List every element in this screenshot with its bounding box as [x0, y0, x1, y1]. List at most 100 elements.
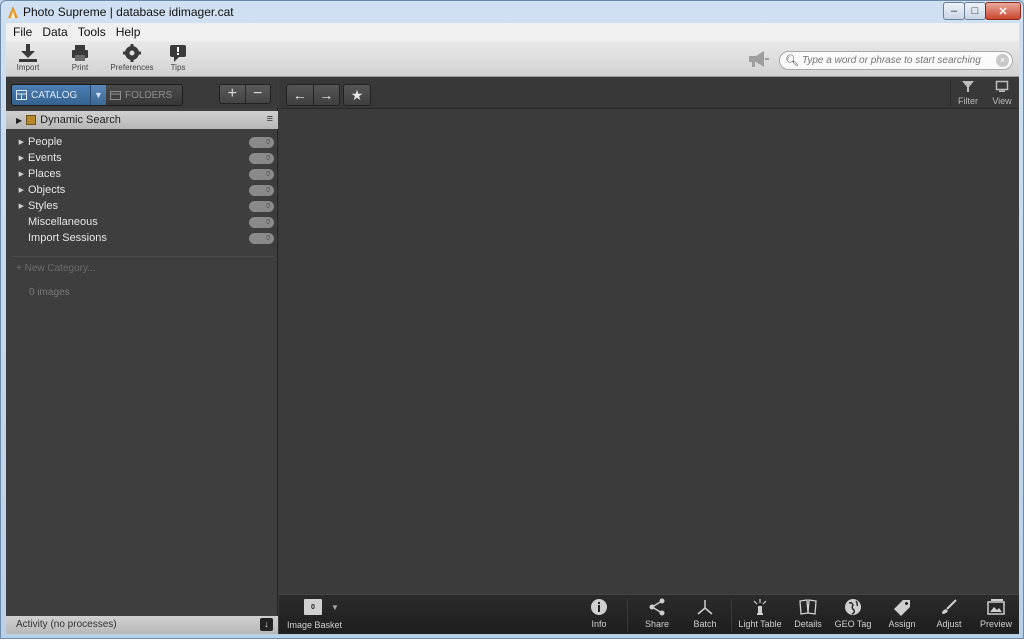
catalog-tab-label: CATALOG — [31, 89, 78, 101]
import-icon — [19, 44, 37, 62]
menu-help[interactable]: Help — [111, 25, 146, 39]
maximize-button[interactable]: □ — [964, 2, 986, 20]
category-count-badge: 0 — [249, 233, 274, 244]
preview-button[interactable]: Preview — [977, 598, 1015, 634]
tag-icon — [894, 600, 910, 616]
tips-icon — [170, 45, 186, 62]
share-icon — [649, 598, 665, 616]
menu-data[interactable]: Data — [37, 25, 72, 39]
forward-button[interactable]: → — [312, 85, 339, 105]
basket-count-icon: 0 — [304, 599, 322, 615]
main-toolbar-top: ← → ★ Filter View — [279, 78, 1019, 109]
info-button[interactable]: Info — [584, 598, 614, 634]
menu-bar: File Data Tools Help — [6, 23, 1019, 41]
panel-menu-icon[interactable]: ≡ — [267, 113, 273, 125]
info-label: Info — [591, 619, 607, 629]
megaphone-icon[interactable] — [746, 50, 770, 68]
folders-tab[interactable]: FOLDERS — [106, 85, 182, 105]
category-label: Events — [28, 152, 62, 164]
filter-icon — [962, 81, 974, 92]
category-row-places[interactable]: ▶ Places 0 — [6, 166, 278, 182]
batch-button[interactable]: Batch — [689, 598, 721, 634]
tips-label: Tips — [170, 63, 186, 72]
share-button[interactable]: Share — [641, 598, 673, 634]
category-row-objects[interactable]: ▶ Objects 0 — [6, 182, 278, 198]
details-button[interactable]: Details — [791, 598, 825, 634]
dynamic-search-header[interactable]: ▶ Dynamic Search ≡ — [6, 111, 278, 129]
title-bar: Photo Supreme | database idimager.cat – … — [1, 1, 1023, 23]
lamp-icon — [753, 599, 767, 615]
import-label: Import — [16, 63, 40, 72]
activity-toggle-icon[interactable]: ↓ — [260, 618, 273, 631]
image-basket-button[interactable]: 0 ▼ Image Basket — [279, 598, 347, 634]
category-count-badge: 0 — [249, 169, 274, 180]
add-remove-group: + − — [219, 84, 271, 104]
preferences-button[interactable]: Preferences — [106, 43, 158, 75]
main-toolbar: Import Print Preferences Tips 🔍︎ Type a … — [6, 41, 1019, 77]
category-count-badge: 0 — [249, 185, 274, 196]
info-icon — [591, 599, 607, 615]
category-row-import-sessions[interactable]: Import Sessions 0 — [6, 230, 278, 246]
close-button[interactable]: ✕ — [985, 2, 1021, 20]
image-basket-label: Image Basket — [287, 620, 343, 630]
category-row-miscellaneous[interactable]: Miscellaneous 0 — [6, 214, 278, 230]
window-title: Photo Supreme | database idimager.cat — [23, 5, 234, 19]
menu-tools[interactable]: Tools — [73, 25, 111, 39]
search-icon[interactable]: 🔍︎ — [785, 54, 799, 67]
globe-icon — [845, 599, 861, 615]
expand-arrow-icon[interactable]: ▶ — [6, 154, 28, 162]
expand-arrow-icon[interactable]: ▶ — [6, 138, 28, 146]
filter-button[interactable]: Filter — [951, 80, 985, 108]
basket-dropdown-icon[interactable]: ▼ — [331, 603, 339, 612]
view-button[interactable]: View — [985, 80, 1019, 108]
catalog-dropdown-icon[interactable]: ▼ — [90, 85, 106, 105]
menu-file[interactable]: File — [8, 25, 37, 39]
batch-icon — [697, 600, 713, 615]
back-button[interactable]: ← — [287, 85, 313, 105]
share-label: Share — [644, 619, 670, 629]
geo-tag-button[interactable]: GEO Tag — [834, 598, 872, 634]
expand-arrow-icon[interactable]: ▶ — [6, 202, 28, 210]
adjust-label: Adjust — [936, 619, 962, 629]
search-input[interactable] — [802, 53, 982, 68]
favorites-star-button[interactable]: ★ — [343, 84, 371, 106]
thumbnail-area[interactable] — [279, 109, 1019, 594]
divider — [731, 599, 732, 631]
clear-search-icon[interactable]: × — [996, 54, 1009, 67]
client-area: File Data Tools Help Import Print Prefer… — [6, 23, 1019, 634]
category-row-people[interactable]: ▶ People 0 — [6, 134, 278, 150]
expand-arrow-icon[interactable]: ▶ — [6, 186, 28, 194]
category-label: Miscellaneous — [28, 216, 98, 228]
expand-arrow-icon[interactable]: ▶ — [16, 116, 22, 125]
import-button[interactable]: Import — [6, 43, 50, 75]
category-count-badge: 0 — [249, 201, 274, 212]
view-icon — [995, 80, 1009, 92]
catalog-tab[interactable]: CATALOG — [12, 85, 90, 105]
category-row-events[interactable]: ▶ Events 0 — [6, 150, 278, 166]
minimize-button[interactable]: – — [943, 2, 965, 20]
category-label: Import Sessions — [28, 232, 107, 244]
tips-button[interactable]: Tips — [156, 43, 200, 75]
remove-category-button[interactable]: − — [244, 85, 270, 103]
expand-arrow-icon[interactable]: ▶ — [6, 170, 28, 178]
light-table-button[interactable]: Light Table — [737, 598, 783, 634]
new-category-link[interactable]: + New Category... — [16, 263, 96, 274]
left-panel: CATALOG ▼ FOLDERS + − ▶ Dynamic Search ≡… — [6, 78, 278, 634]
app-window: Photo Supreme | database idimager.cat – … — [0, 0, 1024, 639]
gear-icon — [123, 44, 141, 62]
activity-bar: Activity (no processes) ↓ — [6, 616, 278, 634]
print-button[interactable]: Print — [58, 43, 102, 75]
preview-label: Preview — [979, 619, 1012, 629]
dynamic-search-icon — [26, 115, 37, 125]
add-category-button[interactable]: + — [220, 85, 245, 103]
main-area: ← → ★ Filter View 0 ▼ Image Basket Info … — [279, 78, 1019, 634]
divider — [627, 599, 628, 631]
category-row-styles[interactable]: ▶ Styles 0 — [6, 198, 278, 214]
navigation-group: ← → — [286, 84, 340, 106]
assign-button[interactable]: Assign — [885, 598, 919, 634]
brush-icon — [942, 599, 957, 614]
search-box: 🔍︎ × — [779, 51, 1013, 70]
adjust-button[interactable]: Adjust — [933, 598, 965, 634]
app-logo-icon — [8, 6, 18, 18]
filter-label: Filter — [958, 96, 978, 106]
